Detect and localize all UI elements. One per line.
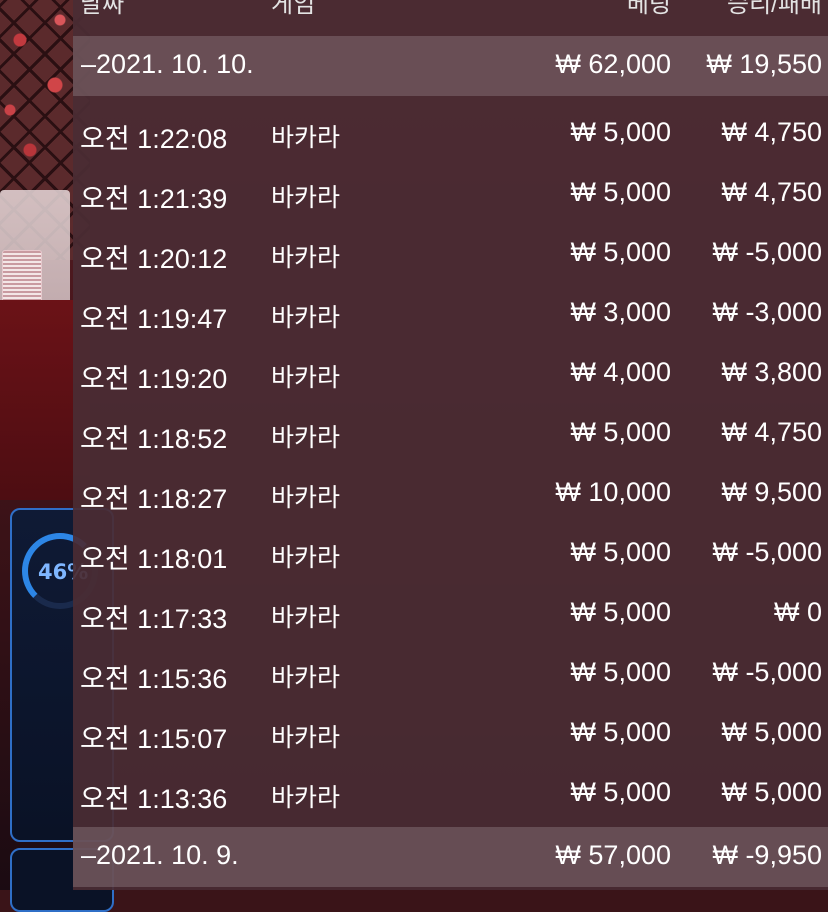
row-result: ₩ 5,000 <box>721 777 822 807</box>
row-game: 바카라 <box>271 783 341 812</box>
row-time: 오전 1:20:12 <box>80 244 228 274</box>
row-bet: ₩ 5,000 <box>570 117 671 147</box>
group-total-result: ₩ -9,950 <box>712 840 822 870</box>
row-bet: ₩ 5,000 <box>570 717 671 747</box>
row-game: 바카라 <box>271 483 341 512</box>
row-time: 오전 1:22:08 <box>80 124 228 154</box>
row-time: 오전 1:17:33 <box>80 604 228 634</box>
row-result: ₩ 3,800 <box>721 357 822 387</box>
history-row[interactable]: 오전 1:15:36 바카라 ₩ 5,000 ₩ -5,000 <box>73 642 828 702</box>
row-bet: ₩ 10,000 <box>555 477 671 507</box>
history-row[interactable]: 오전 1:17:33 바카라 ₩ 5,000 ₩ 0 <box>73 582 828 642</box>
row-bet: ₩ 5,000 <box>570 657 671 687</box>
group-total-bet: ₩ 57,000 <box>555 840 671 870</box>
header-result: 승리/패배 <box>727 0 822 18</box>
row-result: ₩ -3,000 <box>712 297 822 327</box>
row-game: 바카라 <box>271 243 341 272</box>
row-bet: ₩ 5,000 <box>570 597 671 627</box>
header-bet: 베팅 <box>626 0 671 18</box>
row-game: 바카라 <box>271 603 341 632</box>
date-group-row[interactable]: –2021. 10. 9. ₩ 57,000 ₩ -9,950 <box>73 827 828 887</box>
row-bet: ₩ 5,000 <box>570 237 671 267</box>
row-bet: ₩ 5,000 <box>570 537 671 567</box>
row-time: 오전 1:15:07 <box>80 724 228 754</box>
group-date: –2021. 10. 10. <box>81 49 254 79</box>
row-time: 오전 1:18:01 <box>80 544 228 574</box>
row-time: 오전 1:21:39 <box>80 184 228 214</box>
row-game: 바카라 <box>271 543 341 572</box>
row-bet: ₩ 5,000 <box>570 177 671 207</box>
group-date: –2021. 10. 9. <box>81 840 239 870</box>
history-row[interactable]: 오전 1:20:12 바카라 ₩ 5,000 ₩ -5,000 <box>73 222 828 282</box>
row-game: 바카라 <box>271 663 341 692</box>
row-game: 바카라 <box>271 423 341 452</box>
row-game: 바카라 <box>271 723 341 752</box>
row-result: ₩ -5,000 <box>712 537 822 567</box>
header-game: 게임 <box>271 0 316 18</box>
row-result: ₩ 0 <box>773 597 822 627</box>
row-result: ₩ 5,000 <box>721 717 822 747</box>
row-time: 오전 1:13:36 <box>80 784 228 814</box>
row-game: 바카라 <box>271 183 341 212</box>
row-result: ₩ 9,500 <box>721 477 822 507</box>
row-time: 오전 1:18:27 <box>80 484 228 514</box>
row-bet: ₩ 5,000 <box>570 417 671 447</box>
row-time: 오전 1:19:47 <box>80 304 228 334</box>
history-row[interactable]: 오전 1:13:36 바카라 ₩ 5,000 ₩ 5,000 <box>73 762 828 822</box>
row-game: 바카라 <box>271 303 341 332</box>
row-bet: ₩ 3,000 <box>570 297 671 327</box>
history-row[interactable]: 오전 1:15:07 바카라 ₩ 5,000 ₩ 5,000 <box>73 702 828 762</box>
row-result: ₩ -5,000 <box>712 237 822 267</box>
row-time: 오전 1:15:36 <box>80 664 228 694</box>
history-row[interactable]: 오전 1:21:39 바카라 ₩ 5,000 ₩ 4,750 <box>73 162 828 222</box>
row-time: 오전 1:18:52 <box>80 424 228 454</box>
row-time: 오전 1:19:20 <box>80 364 228 394</box>
history-header: 날짜 게임 베팅 승리/패배 <box>73 0 828 20</box>
history-row[interactable]: 오전 1:18:01 바카라 ₩ 5,000 ₩ -5,000 <box>73 522 828 582</box>
header-date: 날짜 <box>80 0 125 18</box>
date-group-row[interactable]: –2021. 10. 10. ₩ 62,000 ₩ 19,550 <box>73 36 828 96</box>
row-result: ₩ -5,000 <box>712 657 822 687</box>
row-result: ₩ 4,750 <box>721 177 822 207</box>
history-row[interactable]: 오전 1:22:08 바카라 ₩ 5,000 ₩ 4,750 <box>73 102 828 162</box>
betting-history-panel: 날짜 게임 베팅 승리/패배 –2021. 10. 10. ₩ 62,000 ₩… <box>73 0 828 890</box>
row-result: ₩ 4,750 <box>721 417 822 447</box>
history-row[interactable]: 오전 1:19:47 바카라 ₩ 3,000 ₩ -3,000 <box>73 282 828 342</box>
history-row[interactable]: 오전 1:19:20 바카라 ₩ 4,000 ₩ 3,800 <box>73 342 828 402</box>
row-result: ₩ 4,750 <box>721 117 822 147</box>
row-bet: ₩ 4,000 <box>570 357 671 387</box>
row-game: 바카라 <box>271 363 341 392</box>
group-total-result: ₩ 19,550 <box>706 49 822 79</box>
history-row[interactable]: 오전 1:18:52 바카라 ₩ 5,000 ₩ 4,750 <box>73 402 828 462</box>
row-bet: ₩ 5,000 <box>570 777 671 807</box>
group-total-bet: ₩ 62,000 <box>555 49 671 79</box>
history-row[interactable]: 오전 1:18:27 바카라 ₩ 10,000 ₩ 9,500 <box>73 462 828 522</box>
row-game: 바카라 <box>271 123 341 152</box>
